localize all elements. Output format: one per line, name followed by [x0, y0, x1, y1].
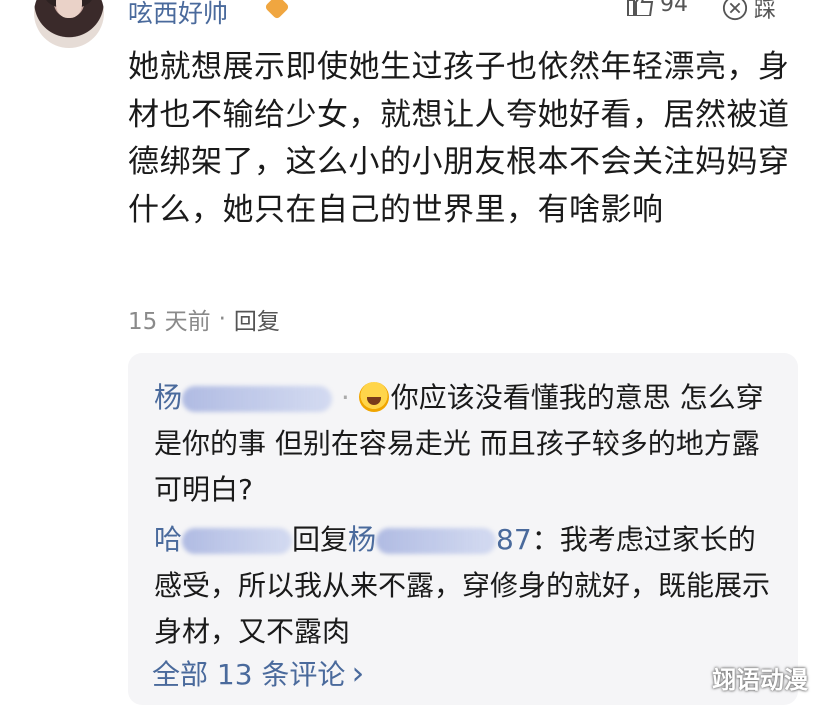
dislike-button[interactable]: 踩	[722, 0, 776, 24]
reply-colon: ：	[531, 523, 560, 556]
reply-button[interactable]: 回复	[234, 302, 280, 336]
reply-target[interactable]: 杨	[348, 523, 376, 556]
dislike-label: 踩	[754, 0, 777, 23]
like-count: 94	[660, 0, 688, 17]
redacted-name	[376, 528, 497, 554]
redacted-name	[182, 528, 293, 554]
avatar[interactable]	[34, 0, 104, 48]
view-all-comments-link[interactable]: 全部 13 条评论 ›	[152, 653, 364, 693]
comment-body: 她就想展示即使她生过孩子也依然年轻漂亮，身材也不输给少女，就想让人夸她好看，居然…	[128, 49, 790, 228]
comment-time: 15 天前	[128, 309, 211, 335]
reply-word: 回复	[292, 523, 349, 556]
reply-item[interactable]: 哈回复杨 87：我考虑过家长的感受，所以我从来不露，穿修身的就好，既能展示身材，又…	[154, 517, 779, 655]
username[interactable]: 呟西好帅	[128, 0, 228, 30]
reply-author[interactable]: 哈	[154, 523, 182, 556]
replies-panel: 杨 · 你应该没看懂我的意思 怎么穿是你的事 但别在容易走光 而且孩子较多的地方…	[128, 353, 798, 705]
reply-target-suffix[interactable]: 87	[496, 523, 532, 556]
chevron-right-icon: ›	[351, 654, 365, 692]
close-circle-icon	[722, 0, 748, 21]
reply-item[interactable]: 杨 · 你应该没看懂我的意思 怎么穿是你的事 但别在容易走光 而且孩子较多的地方…	[154, 375, 779, 513]
user-badge-icon	[264, 0, 290, 20]
comment-screen: 呟西好帅 94 踩 她就想展示即使她生过孩子也依然年轻漂亮，身材也不输给少女，就…	[0, 0, 828, 705]
all-comments-label: 全部 13 条评论	[152, 658, 346, 691]
thumbs-up-icon	[627, 0, 654, 16]
redacted-name	[182, 386, 333, 412]
reply-author[interactable]: 杨	[154, 381, 182, 414]
meta-separator: ·	[218, 306, 226, 332]
comment-meta: 15 天前 · 回复	[128, 302, 280, 336]
like-button[interactable]: 94	[626, 0, 688, 17]
laughing-crying-emoji-icon	[358, 382, 389, 412]
watermark: 翊语动漫	[712, 666, 808, 694]
avatar-face	[56, 0, 82, 18]
